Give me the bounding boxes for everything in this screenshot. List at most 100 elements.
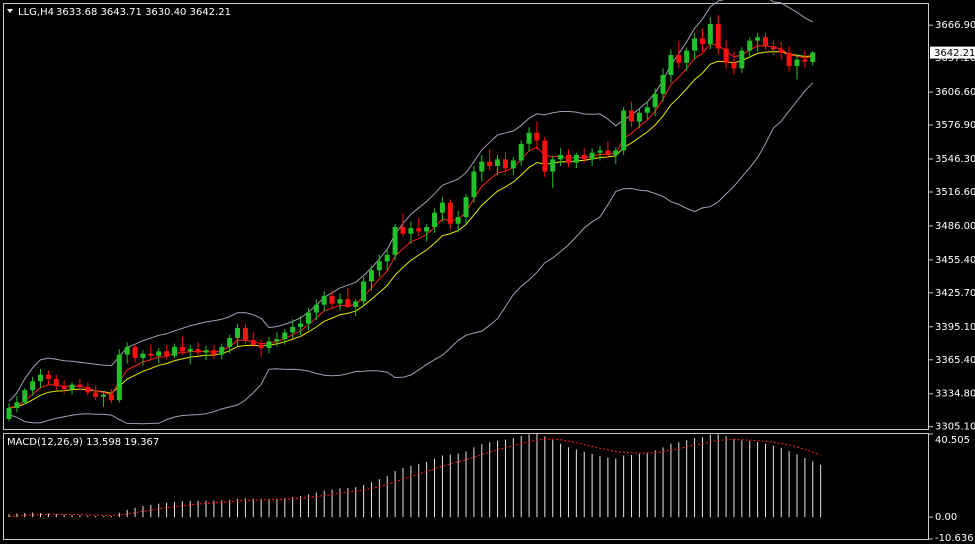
candle-body: [581, 154, 587, 160]
candle-body: [124, 346, 130, 355]
candle-body: [164, 351, 170, 356]
candle-body: [313, 304, 319, 313]
candle-body: [597, 150, 603, 153]
candle-body: [770, 46, 776, 50]
chart-canvas: LLG,H4 3633.68 3643.71 3630.40 3642.21 3…: [0, 0, 975, 544]
candle-body: [376, 261, 382, 271]
candle-body: [69, 384, 75, 390]
candle-body: [227, 338, 233, 347]
candle-body: [621, 110, 627, 151]
candle-body: [408, 228, 414, 234]
candle-body: [258, 344, 264, 348]
candle-body: [534, 132, 540, 141]
candle-body: [116, 354, 122, 401]
candle-body: [463, 197, 469, 218]
candle-body: [439, 202, 445, 213]
candle-body: [45, 374, 51, 380]
candle-body: [179, 346, 185, 352]
ohlc-readout: 3633.68 3643.71 3630.40 3642.21: [56, 7, 231, 18]
candle-body: [171, 346, 177, 356]
candle-body: [392, 227, 398, 255]
candle-body: [22, 390, 28, 403]
candle-body: [298, 323, 304, 327]
candle-body: [471, 171, 477, 198]
candle-body: [676, 55, 682, 63]
candle-body: [211, 350, 217, 355]
candle-body: [108, 394, 114, 401]
candle-body: [274, 339, 280, 342]
last-price-tag: 3637.20 3642.21: [930, 46, 975, 64]
price-axis-label: 3606.60: [935, 87, 975, 98]
price-axis-label: 3395.10: [935, 322, 975, 333]
price-axis-label: 3425.70: [935, 288, 975, 299]
candle-body: [345, 299, 351, 307]
candle-body: [6, 407, 12, 420]
candle-body: [321, 295, 327, 305]
macd-axis-label: 0.00: [935, 512, 957, 523]
candle-body: [479, 161, 485, 172]
candle-body: [85, 386, 91, 393]
symbol-label: LLG,H4: [18, 7, 54, 18]
candle-body: [558, 154, 564, 160]
candle-body: [203, 350, 209, 353]
candle-body: [755, 37, 761, 41]
candle-body: [14, 402, 20, 408]
candle-body: [518, 143, 524, 161]
candle-body: [747, 40, 753, 51]
candle-body: [148, 353, 154, 356]
candle-body: [93, 392, 99, 397]
candle-body: [329, 295, 335, 304]
candle-body: [455, 217, 461, 224]
candle-body: [684, 50, 690, 63]
macd-axis-label: -10.636: [935, 533, 974, 544]
candle-body: [810, 52, 816, 63]
candle-body: [573, 154, 579, 163]
candle-body: [668, 55, 674, 76]
price-axis-label: 3486.00: [935, 221, 975, 232]
candle-body: [266, 341, 272, 348]
candle-body: [424, 227, 430, 232]
price-axis-label: 3516.60: [935, 187, 975, 198]
candle-body: [101, 394, 107, 397]
candle-body: [61, 385, 67, 390]
macd-axis-label: 40.505: [935, 435, 970, 446]
candle-body: [305, 312, 311, 324]
price-axis-label: 3576.90: [935, 120, 975, 131]
candle-body: [629, 110, 635, 122]
candle-body: [156, 351, 162, 356]
candle-body: [250, 340, 256, 345]
candle-body: [699, 38, 705, 44]
candle-body: [526, 132, 532, 144]
candle-body: [692, 38, 698, 51]
candle-body: [219, 346, 225, 355]
candle-body: [542, 140, 548, 172]
candle-body: [786, 52, 792, 67]
candle-body: [510, 160, 516, 169]
macd-title: MACD(12,26,9) 13.598 19.367: [7, 437, 159, 448]
candle-body: [550, 159, 556, 172]
price-axis-label: 3334.80: [935, 389, 975, 400]
candle-body: [400, 227, 406, 234]
price-axis-label: 3455.40: [935, 255, 975, 266]
candle-body: [30, 381, 36, 391]
candle-body: [605, 150, 611, 155]
candle: [621, 107, 627, 155]
candle-body: [762, 37, 768, 47]
price-axis-label: 3546.30: [935, 154, 975, 165]
candle-body: [353, 301, 359, 307]
candle-body: [589, 152, 595, 160]
candle-body: [77, 384, 83, 387]
candle-body: [636, 112, 642, 122]
candle-body: [739, 50, 745, 69]
candle-body: [707, 23, 713, 44]
candle-body: [487, 161, 493, 167]
price-axis-label: 3666.90: [935, 20, 975, 31]
candle-body: [290, 326, 296, 333]
candle-body: [242, 328, 248, 341]
candle: [542, 137, 548, 178]
candle-body: [565, 154, 571, 163]
candle-body: [731, 62, 737, 69]
candle-body: [502, 159, 508, 169]
candle-body: [368, 270, 374, 282]
candle-body: [652, 93, 658, 108]
